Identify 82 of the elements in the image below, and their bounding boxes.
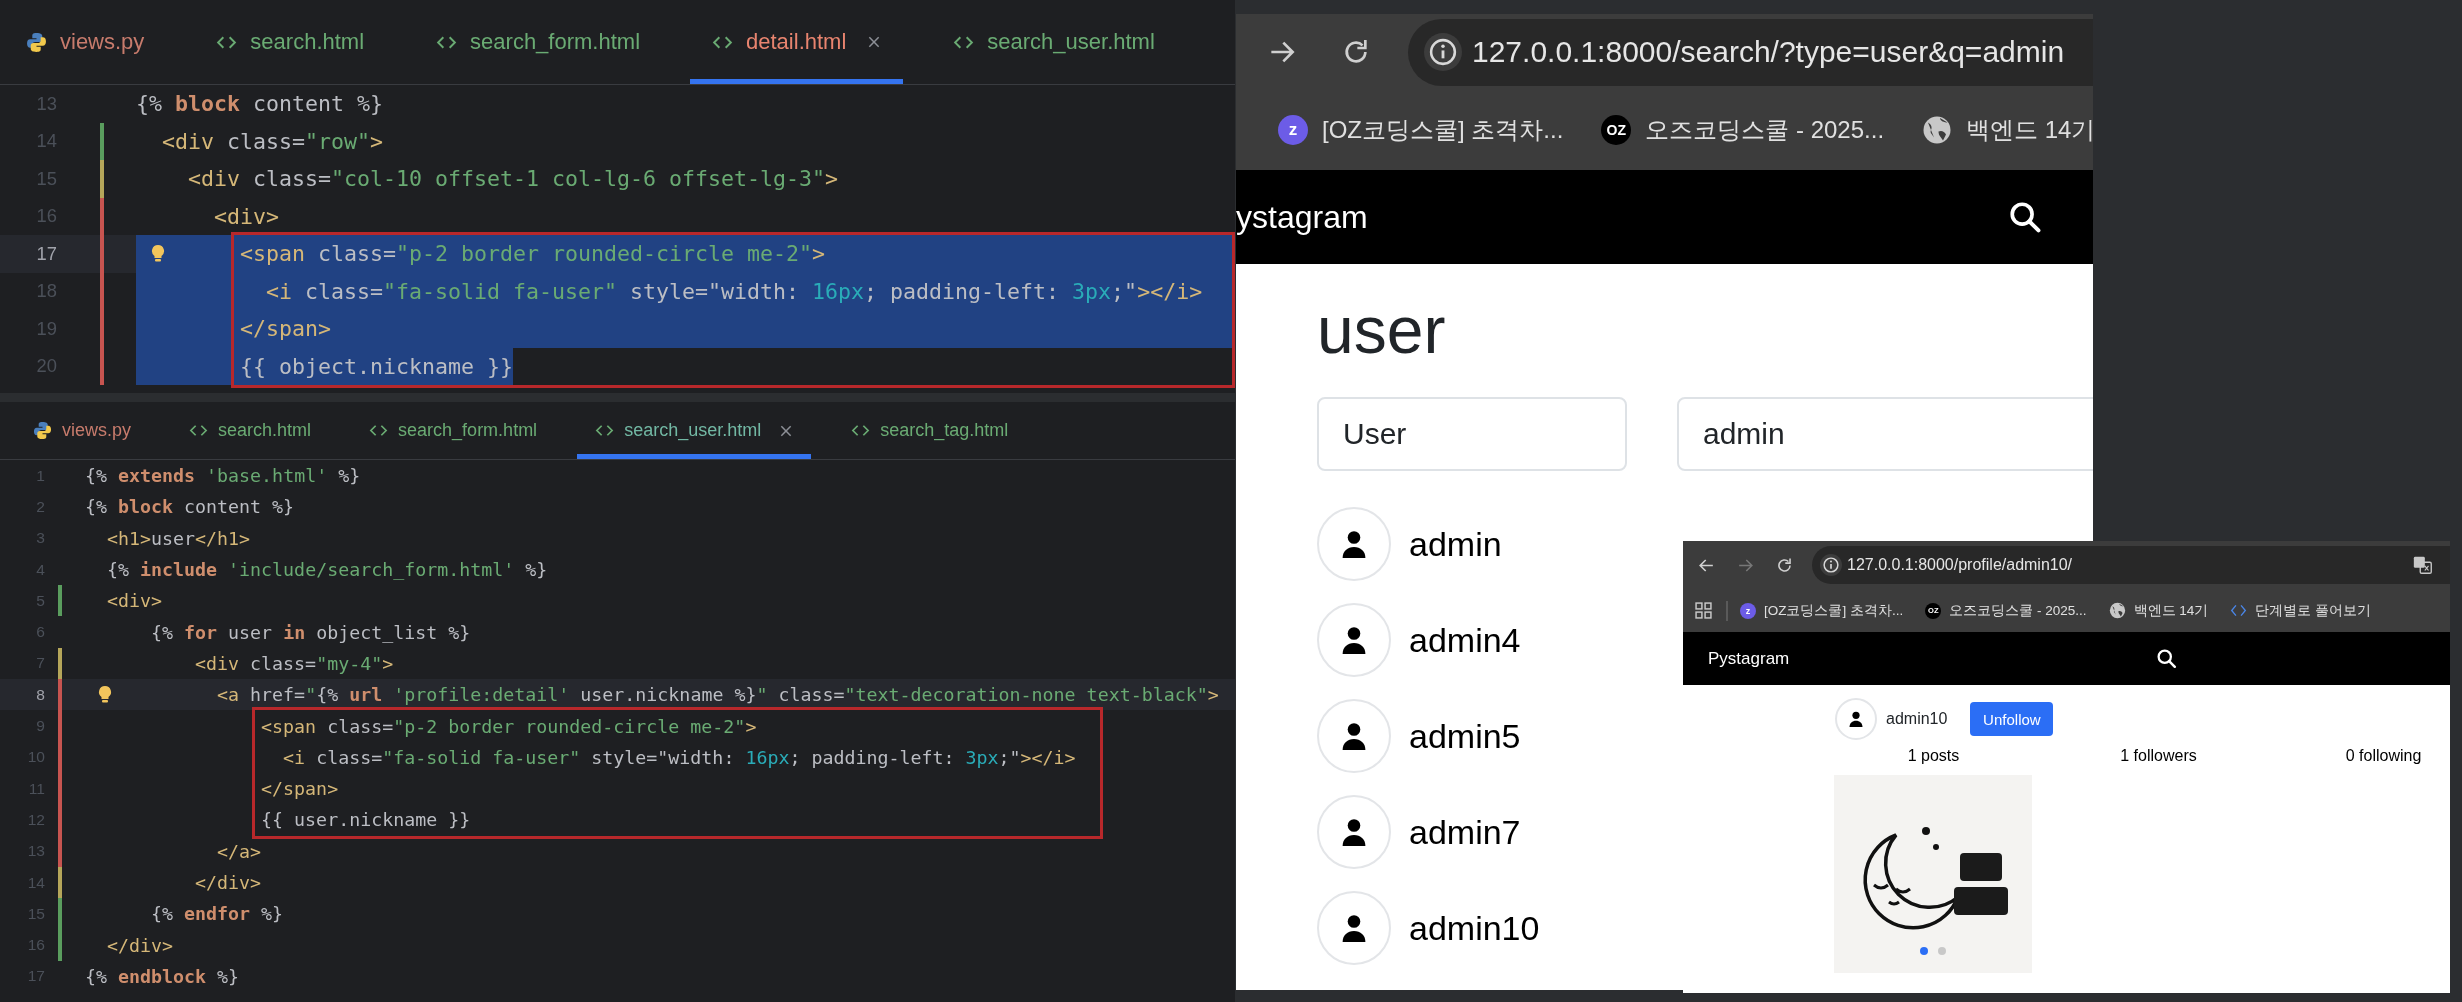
search-icon[interactable]: [2156, 648, 2178, 669]
site-logo: z: [1740, 602, 1756, 619]
close-icon[interactable]: [867, 35, 882, 49]
file-tab[interactable]: search_user.html: [577, 402, 812, 459]
lightbulb-icon[interactable]: [150, 243, 166, 264]
page-heading: user: [1317, 292, 1447, 369]
file-tab[interactable]: search.html: [194, 0, 387, 84]
file-tab[interactable]: search_user.html: [931, 0, 1177, 84]
code-icon: [2230, 602, 2248, 619]
code-line: </a>: [217, 840, 262, 862]
code-line: {% block content %}: [136, 91, 384, 117]
file-tab[interactable]: search_form.html: [351, 402, 556, 459]
code-line: <span class="p-2 border rounded-circle me-2">: [261, 715, 757, 737]
code-line: <div class="row">: [162, 128, 384, 154]
bookmark[interactable]: z [OZ코딩스쿨] 초격차...: [1278, 114, 1564, 146]
code-line: {% include 'include/search_form.html' %}: [107, 559, 548, 581]
reload-icon[interactable]: [1775, 555, 1794, 575]
code-line: <i class="fa-solid fa-user" style="width: 16px; padding-left: 3px;"></i>: [266, 278, 1203, 304]
unfollow-button[interactable]: Unfollow: [1970, 702, 2054, 736]
code-line: {% block content %}: [85, 496, 295, 518]
python-icon: [26, 31, 47, 53]
carousel-dot[interactable]: [1938, 947, 1946, 955]
code-line: <div class="col-10 offset-1 col-lg-6 offset-lg-3">: [188, 166, 839, 192]
address-bar[interactable]: 127.0.0.1:8000/profile/admin10/: [1812, 546, 2450, 584]
code-line: </div>: [107, 934, 174, 956]
profile-stat: 1 followers: [2119, 747, 2198, 765]
search-icon[interactable]: [2007, 200, 2042, 234]
search-field[interactable]: admin: [1677, 397, 2093, 471]
python-icon: [33, 421, 52, 440]
address-bar[interactable]: 127.0.0.1:8000/search/?type=user&q=admin: [1408, 18, 2093, 86]
code-line: <a href="{% url 'profile:detail' user.nickname %}" class="text-decoration-none text-black">: [217, 684, 1219, 706]
code-line: <div class="my-4">: [195, 652, 394, 674]
code-line: <span class="p-2 border rounded-circle me-2">: [240, 241, 826, 267]
globe-icon: [2108, 602, 2126, 619]
code-line: {{ object.nickname }}: [240, 353, 513, 379]
line-number: 17: [35, 241, 57, 266]
code-line: </span>: [240, 316, 331, 342]
user-link[interactable]: admin7: [1317, 795, 1521, 869]
username: admin10: [1886, 710, 1948, 728]
file-tab[interactable]: search.html: [171, 402, 330, 459]
code-line: </span>: [261, 778, 339, 800]
line-number: 8: [35, 684, 45, 705]
file-tab[interactable]: search_tag.html: [833, 402, 1027, 459]
bookmark[interactable]: OZ 오즈코딩스쿨 - 2025...: [1601, 114, 1885, 146]
code-line: <i class="fa-solid fa-user" style="width: 16px; padding-left: 3px;"></i>: [283, 746, 1076, 768]
user-link[interactable]: admin10: [1317, 891, 1540, 965]
avatar-icon: [1835, 698, 1877, 740]
user-link[interactable]: admin: [1317, 507, 1502, 581]
code-line: {% for user in object_list %}: [151, 621, 471, 643]
select-field[interactable]: User: [1317, 397, 1627, 471]
info-icon[interactable]: [1424, 33, 1462, 71]
code-line: {% endblock %}: [85, 965, 240, 987]
bookmark[interactable]: 백엔드 14기: [2108, 601, 2209, 620]
lightbulb-icon[interactable]: [97, 684, 113, 705]
file-tab[interactable]: views.py: [4, 0, 167, 84]
code-line: {{ user.nickname }}: [261, 809, 471, 831]
info-icon[interactable]: [1820, 554, 1842, 576]
user-link[interactable]: admin5: [1317, 699, 1521, 773]
apps-grid-icon[interactable]: [1695, 602, 1712, 619]
code-line: <h1>user</h1>: [107, 527, 251, 549]
code-line: </div>: [195, 872, 262, 893]
file-tab[interactable]: views.py: [15, 402, 150, 459]
user-link[interactable]: admin4: [1317, 603, 1521, 677]
translate-icon[interactable]: [2412, 554, 2434, 576]
code-line: <div>: [214, 203, 279, 229]
site-logo: OZ: [1601, 115, 1632, 145]
code-line: {% endfor %}: [151, 903, 284, 925]
profile-stat: 1 posts: [1906, 747, 1961, 765]
file-tab[interactable]: detail.html: [690, 0, 904, 84]
file-tab[interactable]: search_form.html: [414, 0, 663, 84]
site-logo: z: [1278, 115, 1308, 145]
globe-icon: [1922, 115, 1953, 145]
carousel-dot[interactable]: [1920, 947, 1928, 955]
code-line: {% extends 'base.html' %}: [85, 465, 361, 487]
brand-link[interactable]: ystagram: [1236, 198, 1368, 236]
profile-stat: 0 following: [2344, 747, 2423, 765]
brand-link[interactable]: Pystagram: [1708, 648, 1790, 669]
code-line: <div>: [107, 590, 163, 612]
bookmark[interactable]: z [OZ코딩스쿨] 초격차...: [1740, 601, 1904, 620]
close-icon[interactable]: [779, 423, 794, 438]
bookmark[interactable]: 백엔드 14기: [1922, 114, 2093, 146]
bookmark[interactable]: 단계별로 풀어보기: [2230, 601, 2372, 620]
